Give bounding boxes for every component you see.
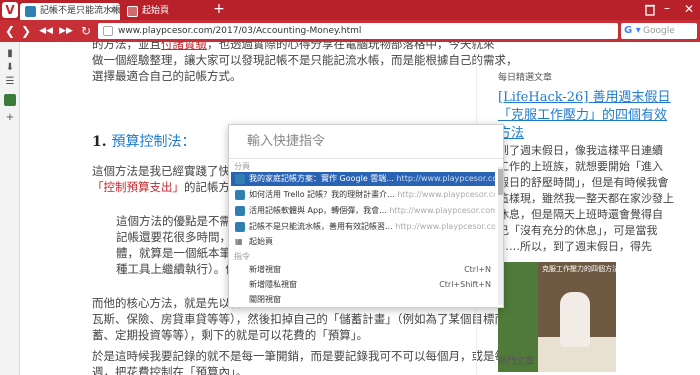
quick-commands-scrollbar[interactable] [498, 167, 503, 305]
trash-icon[interactable] [644, 3, 656, 16]
reload-icon[interactable]: ↻ [78, 22, 94, 40]
post-excerpt-line: 這樣現，雖然我一整天都在家沙發上 [498, 192, 674, 205]
featured-post-link[interactable]: [LifeHack-26] 善用週末假日「克服工作壓力」的四個有效方法 [498, 89, 678, 143]
tab-close-icon[interactable]: ✕ [109, 3, 117, 19]
address-field[interactable]: www.playpcesor.com/2017/03/Accounting-Mo… [98, 23, 618, 39]
scrollbar-thumb[interactable] [498, 169, 503, 195]
inline-link[interactable]: 付諸實驗 [161, 42, 207, 51]
quote-line: 種工具上繼續執行）。但 [116, 262, 237, 276]
downloads-icon[interactable]: ⬇ [4, 62, 16, 74]
section-heading: 1. 預算控制法： [92, 134, 196, 150]
start-page-icon: ▦ [235, 237, 243, 246]
tab-result-item[interactable]: 記帳不是只能流水帳，善用有效記帳習... http://www.playpces… [231, 220, 495, 234]
page-info-icon[interactable] [103, 26, 113, 36]
article-line: 「控制預算支出」的記帳方法 [92, 180, 242, 194]
navigation-bar: ❮ ❯ ◀◀ ▶▶ ↻ www.playpcesor.com/2017/03/A… [0, 20, 700, 42]
tab-title: 起始頁 [142, 6, 170, 16]
article-line: 瓦斯、保險、房貸車貸等等），然後扣掉自己的「儲蓄計畫」（例如為了某個目標而儲 [92, 312, 518, 326]
tab-result-item[interactable]: 如何活用 Trello 記帳？我的理財計畫介... http://www.pla… [231, 188, 495, 202]
command-close-window[interactable]: 關閉視窗 [231, 293, 495, 307]
tab-title: 記帳不是只能流水帳，善用 [40, 6, 120, 16]
new-tab-button[interactable]: + [212, 2, 226, 17]
article-line: 做一個經驗整理，讓大家可以發現記帳不是只能記流水帳，而是能根據自己的需求， [92, 53, 518, 67]
close-window-button[interactable]: ✕ [682, 1, 696, 17]
section-label-commands: 指令 [234, 252, 250, 261]
search-placeholder: Google [643, 26, 675, 36]
tab-result-item[interactable]: 我的家庭記帳方案：實作 Google 雲端... http://www.play… [231, 172, 495, 186]
fast-forward-icon[interactable]: ▶▶ [58, 22, 74, 40]
article-line: 選擇最適合自己的記帳方式。 [92, 69, 242, 83]
add-panel-icon[interactable]: + [4, 112, 16, 124]
tab-start-page[interactable]: 起始頁 [122, 3, 210, 20]
address-text: www.playpcesor.com/2017/03/Accounting-Mo… [118, 26, 362, 36]
tab-result-item[interactable]: 活用記帳軟體與 App，轉個彈，我會... http://www.playpce… [231, 204, 495, 218]
article-line: 蓄、定期投資等等），剩下的就是可以花費的「預算」。 [92, 328, 368, 342]
section-label-tabs: 分頁 [234, 162, 250, 171]
quick-commands-panel: 輸入快捷指令 分頁 我的家庭記帳方案：實作 Google 雲端... http:… [228, 124, 504, 308]
web-panel-icon[interactable] [4, 94, 16, 106]
notes-icon[interactable]: ☰ [4, 76, 16, 88]
article-line: 週，把花費控制在「預算內」。 [92, 365, 248, 375]
site-favicon-icon [235, 206, 245, 216]
popular-heading: 熱門文章 [498, 357, 535, 367]
side-panel: ▮ ⬇ ☰ + [0, 42, 20, 375]
start-page-icon [127, 6, 138, 17]
post-excerpt-line: 假日的舒壓時間」，但是有時候我會 [498, 176, 669, 189]
minimize-button[interactable]: – [664, 2, 674, 16]
site-favicon-icon [235, 174, 245, 184]
page-scrollbar[interactable] [680, 42, 700, 375]
thumbnail-caption: 克服工作壓力的四個方法 [542, 265, 616, 273]
post-excerpt-line: 工作的上班族，就想要開始「進入 [498, 160, 663, 173]
command-new-private-window[interactable]: 新增隱私視窗 Ctrl+Shift+N [231, 278, 495, 292]
search-field[interactable]: G ▾ Google [621, 23, 697, 39]
quick-command-input[interactable]: 輸入快捷指令 [229, 125, 503, 159]
search-engine-icon[interactable]: G ▾ [624, 23, 641, 39]
tab-result-item[interactable]: ▦ 起始頁 [231, 235, 495, 249]
sidebar-heading: 每日精選文章 [498, 73, 553, 83]
bookmarks-icon[interactable]: ▮ [4, 48, 16, 60]
post-excerpt-line: 休息，但是隔天上班時還會覺得自 [498, 208, 663, 221]
back-arrow-icon[interactable]: ❮ [2, 22, 18, 40]
post-excerpt-line: 己「沒有充分的休息」，可是當我 [498, 224, 658, 237]
thumbnail-person [560, 292, 590, 347]
forward-arrow-icon[interactable]: ❯ [18, 22, 34, 40]
article-line: 於是這時候我要記錄的就不是每一筆開銷，而是要記錄我可不可以每個月，或是每一 [92, 349, 518, 363]
site-favicon-icon [235, 222, 245, 232]
rewind-icon[interactable]: ◀◀ [38, 22, 54, 40]
command-new-window[interactable]: 新增視窗 Ctrl+N [231, 263, 495, 277]
tab-active[interactable]: 記帳不是只能流水帳，善用 ✕ [20, 3, 120, 20]
vivaldi-menu-button[interactable]: V [2, 2, 18, 18]
quote-line: 記帳還要花很多時間，反 [116, 230, 243, 244]
tab-bar: V 記帳不是只能流水帳，善用 ✕ 起始頁 + – ✕ [0, 0, 700, 20]
site-favicon-icon [235, 190, 245, 200]
post-excerpt-line: ……所以，到了週末假日，得先 [498, 240, 652, 253]
post-excerpt-line: 到了週末假日，像我這樣平日連續 [498, 144, 663, 157]
site-favicon-icon [25, 6, 36, 17]
